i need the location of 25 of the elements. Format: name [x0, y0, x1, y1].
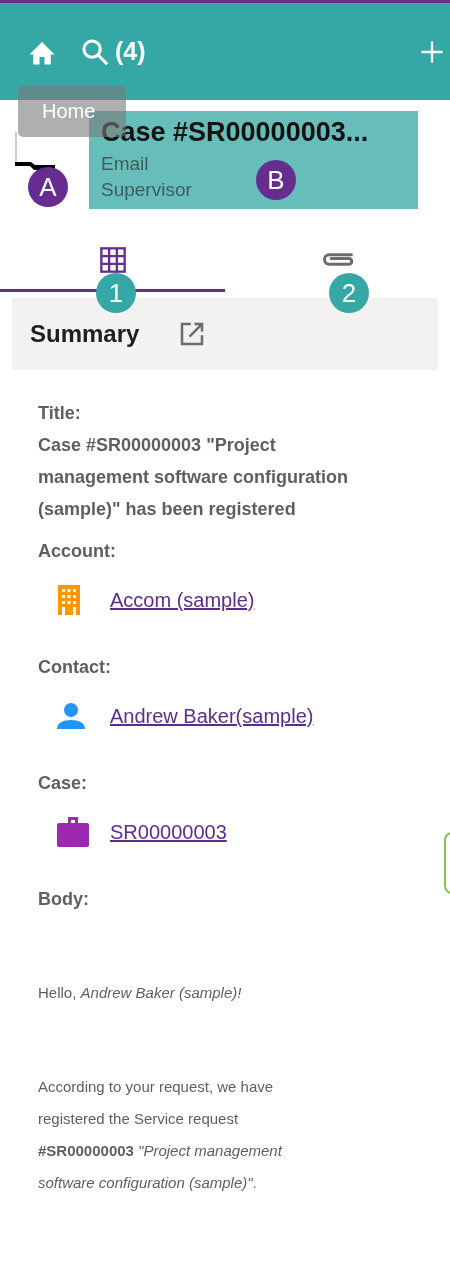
briefcase-icon — [57, 817, 89, 847]
record-link[interactable]: Accom (sample) — [110, 585, 255, 615]
record-title: Case #SR00000003... — [101, 116, 370, 149]
email-paragraph: According to your request, we have registered the Service request #SR00000003 "Project management software configuration (sample)". — [38, 1077, 284, 1193]
field-label: Case: — [38, 772, 89, 795]
record-subtitle: Email — [101, 152, 149, 176]
section-title: Summary — [30, 319, 140, 349]
field-label: Contact: — [38, 656, 112, 679]
record-subtitle: Supervisor — [101, 178, 192, 202]
search-count: (4) — [115, 35, 146, 67]
record-link[interactable]: SR00000003 — [110, 817, 227, 847]
person-icon — [57, 703, 85, 729]
search-icon[interactable] — [81, 37, 109, 66]
field-label: Title: — [38, 402, 82, 425]
callout-marker: A — [28, 167, 68, 207]
callout-marker: 1 — [96, 273, 136, 313]
paperclip-icon — [322, 252, 353, 267]
field-value: Case #SR00000003 "Project management software configuration (sample)" has been registered — [38, 434, 350, 521]
callout-marker: 2 — [329, 273, 369, 313]
email-paragraph: Hello, Andrew Baker (sample)! — [38, 983, 243, 1003]
field-label: Account: — [38, 540, 117, 563]
building-icon — [57, 585, 81, 615]
field-label: Body: — [38, 888, 90, 911]
grid-icon — [98, 245, 127, 274]
record-link[interactable]: Andrew Baker(sample) — [110, 701, 314, 731]
